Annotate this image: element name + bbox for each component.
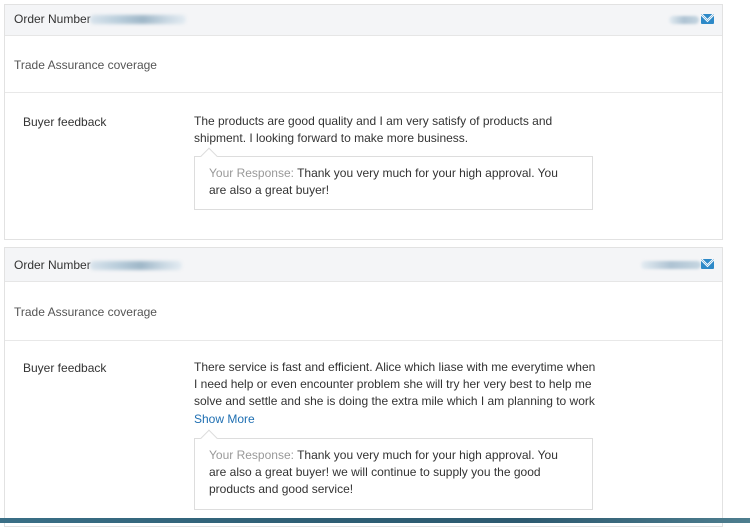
buyer-feedback-label: Buyer feedback xyxy=(23,361,107,375)
your-response-label: Your Response: xyxy=(209,166,294,180)
buyer-feedback-text: The products are good quality and I am v… xyxy=(194,114,553,145)
contact-redacted xyxy=(669,16,699,24)
order-number-redacted xyxy=(90,261,183,271)
feedback-row: Buyer feedback There service is fast and… xyxy=(5,341,722,527)
taskbar-edge xyxy=(0,518,750,523)
mail-icon[interactable] xyxy=(701,14,714,24)
contact-redacted xyxy=(641,261,701,269)
seller-response-box: Your Response: Thank you very much for y… xyxy=(194,156,593,210)
trade-assurance-row: Trade Assurance coverage xyxy=(5,36,722,93)
buyer-feedback-label: Buyer feedback xyxy=(23,115,107,129)
order-header: Order Number xyxy=(5,248,722,282)
seller-response-box: Your Response: Thank you very much for y… xyxy=(194,438,593,510)
order-card-1: Order Number Trade Assurance coverage Bu… xyxy=(4,4,723,240)
order-number-label: Order Number xyxy=(14,12,187,26)
order-number-label: Order Number xyxy=(14,258,183,272)
buyer-feedback-text: There service is fast and efficient. Ali… xyxy=(194,360,596,408)
mail-icon[interactable] xyxy=(701,259,714,269)
feedback-row: Buyer feedback The products are good qua… xyxy=(5,93,722,241)
order-number-redacted xyxy=(90,15,187,25)
trade-assurance-row: Trade Assurance coverage xyxy=(5,282,722,341)
order-card-2: Order Number Trade Assurance coverage Bu… xyxy=(4,247,723,527)
trade-assurance-label: Trade Assurance coverage xyxy=(14,305,157,319)
show-more-link[interactable]: Show More xyxy=(194,412,255,426)
order-header: Order Number xyxy=(5,5,722,36)
trade-assurance-label: Trade Assurance coverage xyxy=(14,58,157,72)
your-response-label: Your Response: xyxy=(209,448,294,462)
